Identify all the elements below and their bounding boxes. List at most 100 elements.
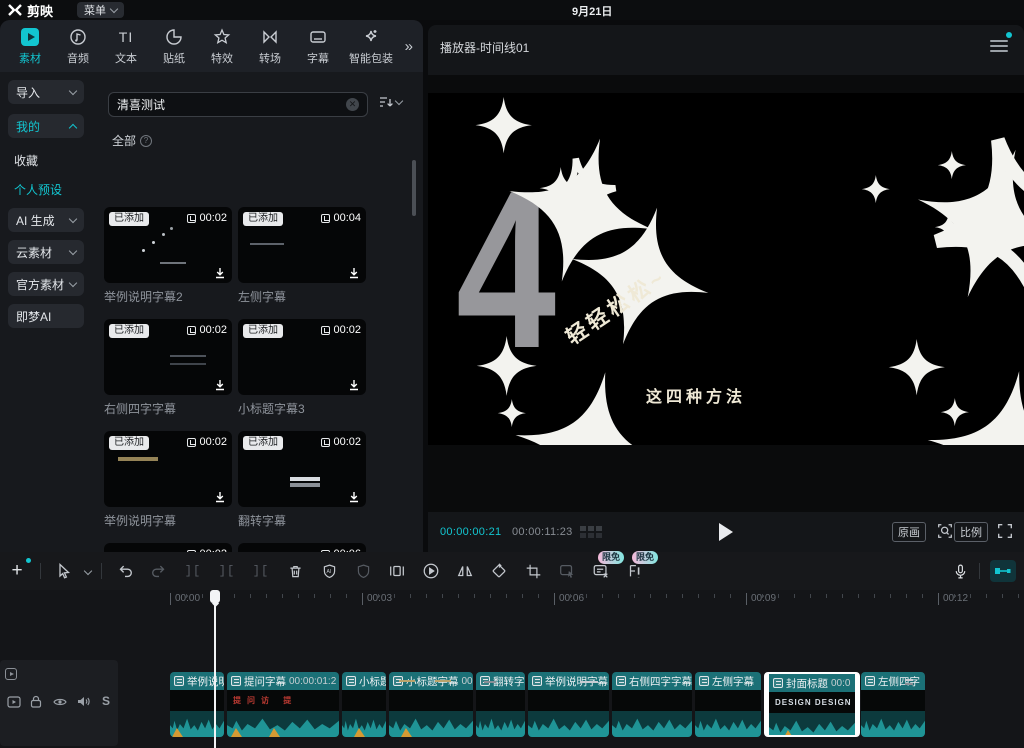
mask-button[interactable] [352,560,374,582]
tab-smart-package[interactable]: 智能包装 [342,27,400,66]
asset-thumbnail[interactable]: 已添加 00:02 [104,207,232,283]
tab-media[interactable]: 素材 [6,27,54,66]
timeline-clip[interactable]: 小标题字幕00:0 [389,672,473,737]
search-input[interactable] [117,98,340,112]
download-icon[interactable] [214,379,226,391]
select-cursor-button[interactable] [53,560,75,582]
timeline-clip[interactable]: 提问字幕00:00:01:2 提问访 提 [227,672,339,737]
filter-all[interactable]: 全部 ? [112,132,152,149]
overlay-select-button[interactable] [556,560,578,582]
added-badge: 已添加 [243,212,283,226]
timeline-clip[interactable]: 翻转字幕 [476,672,525,737]
smart-captions-button[interactable]: 限免 [590,560,612,582]
timeline-clip[interactable]: 举例说明字幕 [170,672,224,737]
timeline-clip[interactable]: 举例说明字幕 [528,672,609,737]
sidebar-item-personal-presets[interactable]: 个人预设 [14,181,62,198]
sidebar-item-ai-generate[interactable]: AI 生成 [8,208,84,232]
play-button[interactable] [719,523,733,541]
undo-button[interactable] [114,560,136,582]
tab-transitions[interactable]: 转场 [246,27,294,66]
asset-duration: 00:02 [187,212,227,224]
tab-audio[interactable]: 音频 [54,27,102,66]
tab-text[interactable]: TI 文本 [102,27,150,66]
asset-thumbnail[interactable]: 已添加 00:04 [238,207,366,283]
clip-waveform [389,711,473,737]
ruler-label: 00:03 [362,593,392,605]
timeline-clip[interactable]: 右侧四字字幕 [612,672,692,737]
tab-label: 智能包装 [349,50,393,66]
expand-panel-button[interactable]: » [405,38,411,55]
text-template-icon [616,676,626,686]
ai-mask-button[interactable]: AI [318,560,340,582]
frame-view-icon[interactable] [580,526,602,538]
menu-label: 菜单 [84,2,106,18]
timeline-ruler[interactable]: 00:00 00:03 00:06 00:09 00:12 [0,590,1024,610]
lyrics-recognition-button[interactable]: 限免 [624,560,646,582]
rotate-button[interactable] [488,560,510,582]
download-icon[interactable] [348,267,360,279]
fullscreen-icon[interactable] [996,522,1014,540]
split-left-button[interactable]: ][ [182,560,204,582]
smart-package-icon [362,27,380,47]
timeline-snapping-button[interactable] [990,560,1016,582]
timeline-clip[interactable]: 左侧四字 [861,672,925,737]
template-icon [321,326,330,335]
preview-play-button[interactable] [420,560,442,582]
split-right-button[interactable]: ][ [250,560,272,582]
ruler-label: 00:09 [746,593,776,605]
asset-thumbnail[interactable]: 已添加 00:02 [104,319,232,395]
clear-search-icon[interactable]: ✕ [346,98,359,111]
tab-effects[interactable]: 特效 [198,27,246,66]
text-template-icon [174,676,184,686]
sidebar-item-import[interactable]: 导入 [8,80,84,104]
tab-captions[interactable]: 字幕 [294,27,342,66]
download-icon[interactable] [214,267,226,279]
menu-button[interactable]: 菜单 [77,2,124,18]
sort-button[interactable] [378,94,402,110]
crop-button[interactable] [522,560,544,582]
search-box[interactable]: ✕ [108,92,368,117]
asset-thumbnail[interactable]: 已添加 00:02 [104,431,232,507]
app-logo: 剪映 [8,1,53,20]
timeline-clip-selected[interactable]: 封面标题00:0 DESIGN DESIGN [764,672,860,737]
download-icon[interactable] [348,379,360,391]
tab-label: 文本 [115,50,137,66]
timeline-clip[interactable]: 左侧字幕 [695,672,761,737]
record-voiceover-button[interactable] [949,560,971,582]
sidebar-item-official-assets[interactable]: 官方素材 [8,272,84,296]
download-icon[interactable] [214,491,226,503]
asset-thumbnail[interactable]: 已添加 00:02 [238,431,366,507]
sidebar-item-jimeng-ai[interactable]: 即梦AI [8,304,84,328]
clip-waveform [769,713,855,737]
sidebar-item-favorites[interactable]: 收藏 [14,152,38,169]
ruler-label: 00:06 [554,593,584,605]
timeline-clip[interactable]: 小标题字幕 [342,672,386,737]
chevron-down-icon[interactable] [84,567,92,575]
quality-button[interactable]: 原画 [892,522,926,542]
sidebar-item-cloud-assets[interactable]: 云素材 [8,240,84,264]
tab-sticker[interactable]: 贴纸 [150,27,198,66]
zoom-focus-icon[interactable] [936,522,954,540]
asset-thumbnail[interactable]: 已添加 00:02 [238,319,366,395]
freeze-frame-button[interactable] [386,560,408,582]
redo-button[interactable] [148,560,170,582]
added-badge: 已添加 [109,436,149,450]
chevron-up-icon [69,123,77,131]
split-button[interactable]: ][ [216,560,238,582]
chevron-down-icon [110,4,118,12]
sidebar-item-mine[interactable]: 我的 [8,114,84,138]
template-icon [321,214,330,223]
player-menu-button[interactable] [990,37,1008,55]
video-preview[interactable]: 4 轻轻松松~ 这四种方法 [428,93,1024,445]
mirror-button[interactable] [454,560,476,582]
svg-text:AI: AI [326,569,331,575]
text-icon: TI [119,27,133,47]
ratio-button[interactable]: 比例 [954,522,988,542]
add-media-button[interactable]: + [6,560,28,582]
delete-button[interactable] [284,560,306,582]
scrollbar[interactable] [412,160,416,216]
media-play-icon [21,27,39,47]
text-template-icon [773,678,783,688]
download-icon[interactable] [348,491,360,503]
media-panel: 素材 音频 TI 文本 贴纸 特效 转场 [0,20,423,552]
